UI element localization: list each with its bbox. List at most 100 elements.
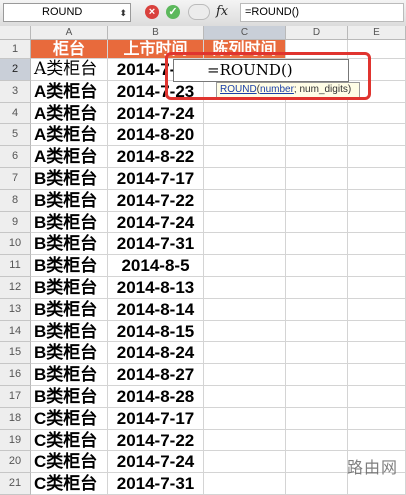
- column-header-a[interactable]: A: [31, 26, 108, 40]
- counter-cell[interactable]: A类柜台: [31, 124, 108, 147]
- name-box-stepper-icon[interactable]: ⬍: [119, 5, 127, 21]
- row-header[interactable]: 4: [0, 102, 31, 125]
- launch-date-cell[interactable]: 2014-7-24: [108, 211, 204, 234]
- empty-cell[interactable]: [348, 146, 406, 168]
- counter-cell[interactable]: B类柜台: [31, 342, 108, 365]
- display-time-cell[interactable]: [204, 364, 286, 386]
- counter-cell[interactable]: B类柜台: [31, 364, 108, 386]
- name-box[interactable]: ROUND ⬍: [3, 3, 131, 22]
- row-header[interactable]: 2: [0, 59, 31, 81]
- launch-date-cell[interactable]: 2014-7-31: [108, 233, 204, 256]
- empty-cell[interactable]: [348, 233, 406, 256]
- column-header-b[interactable]: B: [108, 26, 204, 40]
- counter-cell[interactable]: A类柜台: [31, 59, 108, 81]
- empty-cell[interactable]: [286, 233, 348, 256]
- empty-cell[interactable]: [348, 124, 406, 147]
- display-time-cell[interactable]: [204, 189, 286, 212]
- launch-date-cell[interactable]: 2014-7-22: [108, 429, 204, 452]
- empty-cell[interactable]: [286, 429, 348, 452]
- row-header[interactable]: 16: [0, 364, 31, 386]
- display-time-cell[interactable]: [204, 233, 286, 256]
- row-header[interactable]: 5: [0, 124, 31, 147]
- empty-cell[interactable]: [286, 255, 348, 277]
- empty-cell[interactable]: [348, 168, 406, 190]
- header-cell-counter[interactable]: 柜台: [31, 40, 108, 59]
- launch-date-cell[interactable]: 2014-7-24: [108, 102, 204, 125]
- display-time-cell[interactable]: [204, 298, 286, 321]
- counter-cell[interactable]: B类柜台: [31, 211, 108, 234]
- accept-icon[interactable]: ✓: [166, 5, 180, 19]
- launch-date-cell[interactable]: 2014-8-15: [108, 320, 204, 343]
- display-time-cell[interactable]: [204, 255, 286, 277]
- empty-cell[interactable]: [286, 451, 348, 474]
- launch-date-cell[interactable]: 2014-7-31: [108, 473, 204, 495]
- display-time-cell[interactable]: [204, 146, 286, 168]
- display-time-cell[interactable]: [204, 342, 286, 365]
- empty-cell[interactable]: [348, 364, 406, 386]
- display-time-cell[interactable]: [204, 102, 286, 125]
- launch-date-cell[interactable]: 2014-7-17: [108, 407, 204, 430]
- counter-cell[interactable]: B类柜台: [31, 277, 108, 299]
- counter-cell[interactable]: C类柜台: [31, 473, 108, 495]
- launch-date-cell[interactable]: 2014-8-24: [108, 342, 204, 365]
- launch-date-cell[interactable]: 2014-7-24: [108, 451, 204, 474]
- insert-function-icon[interactable]: fx: [216, 4, 228, 19]
- display-time-cell[interactable]: [204, 407, 286, 430]
- counter-cell[interactable]: B类柜台: [31, 386, 108, 408]
- empty-cell[interactable]: [286, 342, 348, 365]
- row-header[interactable]: 19: [0, 429, 31, 452]
- row-header[interactable]: 1: [0, 40, 31, 59]
- empty-cell[interactable]: [286, 277, 348, 299]
- row-header[interactable]: 17: [0, 386, 31, 408]
- row-header[interactable]: 14: [0, 320, 31, 343]
- row-header[interactable]: 21: [0, 473, 31, 495]
- empty-cell[interactable]: [348, 342, 406, 365]
- empty-cell[interactable]: [286, 146, 348, 168]
- launch-date-cell[interactable]: 2014-7-22: [108, 189, 204, 212]
- empty-cell[interactable]: [348, 189, 406, 212]
- counter-cell[interactable]: C类柜台: [31, 429, 108, 452]
- empty-cell[interactable]: [348, 429, 406, 452]
- column-header-d[interactable]: D: [286, 26, 348, 40]
- row-header[interactable]: 11: [0, 255, 31, 277]
- launch-date-cell[interactable]: 2014-8-28: [108, 386, 204, 408]
- display-time-cell[interactable]: [204, 168, 286, 190]
- row-header[interactable]: 6: [0, 146, 31, 168]
- launch-date-cell[interactable]: 2014-8-27: [108, 364, 204, 386]
- row-header[interactable]: 12: [0, 277, 31, 299]
- empty-cell[interactable]: [286, 189, 348, 212]
- empty-cell[interactable]: [348, 102, 406, 125]
- empty-cell[interactable]: [286, 407, 348, 430]
- empty-cell[interactable]: [348, 255, 406, 277]
- launch-date-cell[interactable]: 2014-7-17: [108, 168, 204, 190]
- row-header[interactable]: 7: [0, 168, 31, 190]
- empty-cell[interactable]: [286, 386, 348, 408]
- counter-cell[interactable]: B类柜台: [31, 168, 108, 190]
- display-time-cell[interactable]: [204, 277, 286, 299]
- row-header[interactable]: 10: [0, 233, 31, 256]
- empty-cell[interactable]: [348, 386, 406, 408]
- counter-cell[interactable]: A类柜台: [31, 102, 108, 125]
- row-header[interactable]: 8: [0, 189, 31, 212]
- column-header-c[interactable]: C: [204, 26, 286, 40]
- empty-cell[interactable]: [286, 168, 348, 190]
- empty-cell[interactable]: [286, 364, 348, 386]
- select-all-corner[interactable]: [0, 26, 31, 40]
- launch-date-cell[interactable]: 2014-8-13: [108, 277, 204, 299]
- counter-cell[interactable]: B类柜台: [31, 233, 108, 256]
- display-time-cell[interactable]: [204, 211, 286, 234]
- empty-cell[interactable]: [286, 473, 348, 495]
- cancel-icon[interactable]: ×: [145, 5, 159, 19]
- display-time-cell[interactable]: [204, 473, 286, 495]
- counter-cell[interactable]: A类柜台: [31, 146, 108, 168]
- display-time-cell[interactable]: [204, 451, 286, 474]
- empty-cell[interactable]: [286, 211, 348, 234]
- launch-date-cell[interactable]: 2014-8-14: [108, 298, 204, 321]
- counter-cell[interactable]: C类柜台: [31, 407, 108, 430]
- row-header[interactable]: 15: [0, 342, 31, 365]
- empty-cell[interactable]: [348, 320, 406, 343]
- counter-cell[interactable]: B类柜台: [31, 320, 108, 343]
- launch-date-cell[interactable]: 2014-8-5: [108, 255, 204, 277]
- row-header[interactable]: 13: [0, 298, 31, 321]
- display-time-cell[interactable]: [204, 320, 286, 343]
